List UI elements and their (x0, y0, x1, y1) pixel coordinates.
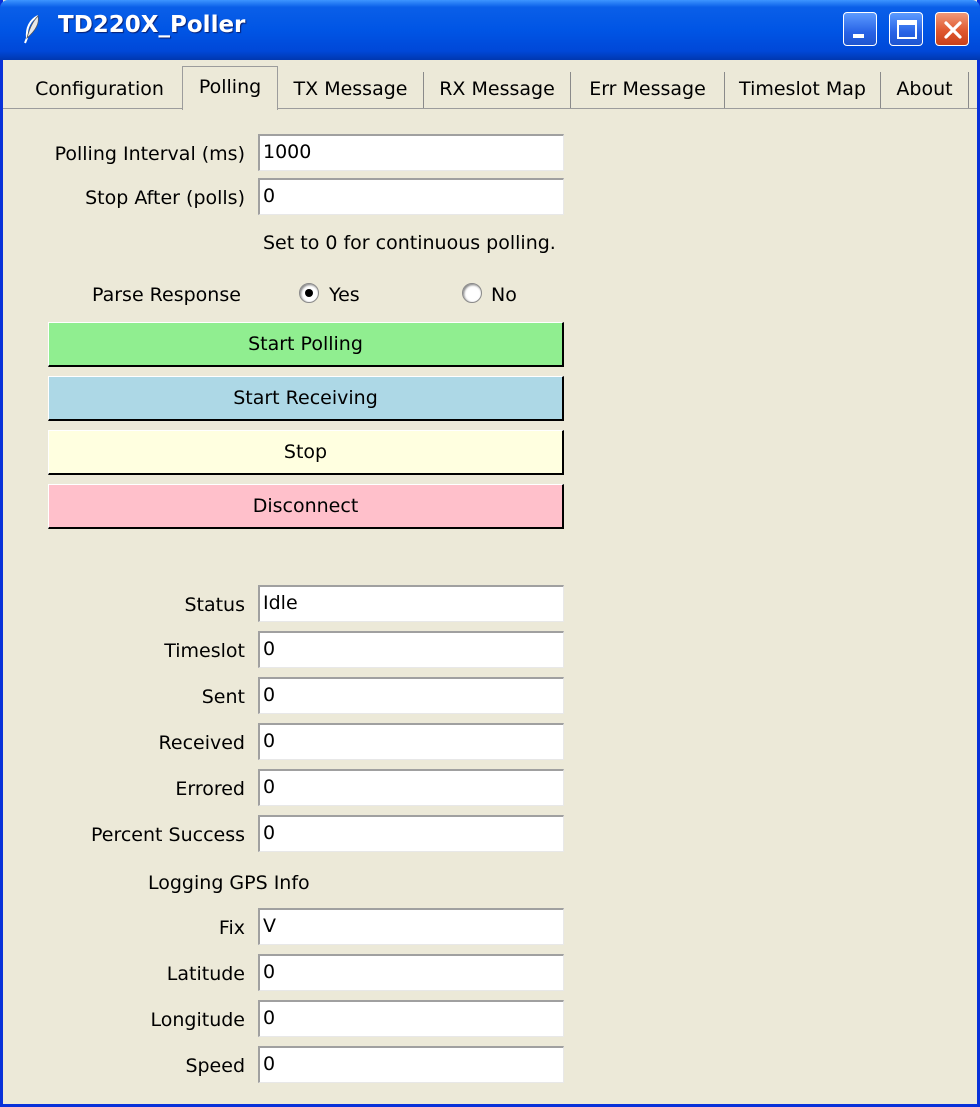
errored-field: 0 (258, 769, 564, 806)
title-bar[interactable]: TD220X_Poller (0, 0, 980, 60)
tab-tx-message[interactable]: TX Message (278, 72, 424, 108)
longitude-field: 0 (258, 1000, 564, 1037)
parse-no-radio[interactable] (462, 283, 482, 303)
disconnect-button[interactable]: Disconnect (48, 484, 564, 529)
stop-after-input[interactable]: 0 (258, 178, 564, 215)
maximize-button[interactable] (889, 12, 923, 46)
percent-success-field: 0 (258, 815, 564, 852)
errored-label: Errored (175, 778, 245, 800)
window-title: TD220X_Poller (58, 12, 246, 38)
received-label: Received (158, 732, 245, 754)
status-label: Status (184, 594, 245, 616)
continuous-polling-hint: Set to 0 for continuous polling. (263, 232, 556, 254)
tab-strip: Configuration Polling TX Message RX Mess… (3, 60, 977, 112)
longitude-label: Longitude (150, 1009, 246, 1031)
sent-label: Sent (201, 686, 245, 708)
tab-divider (3, 108, 977, 109)
tab-polling[interactable]: Polling (182, 66, 278, 110)
start-polling-button[interactable]: Start Polling (48, 322, 564, 367)
minimize-icon (853, 34, 864, 38)
fix-field: V (258, 908, 564, 945)
close-icon (944, 21, 962, 39)
parse-no-label[interactable]: No (491, 284, 517, 306)
tab-timeslot-map[interactable]: Timeslot Map (725, 72, 881, 108)
parse-yes-label[interactable]: Yes (329, 284, 360, 306)
tab-configuration[interactable]: Configuration (17, 72, 183, 108)
radio-selected-dot (305, 289, 313, 297)
app-window: TD220X_Poller Configuration Polling TX M… (0, 0, 980, 1107)
polling-interval-label: Polling Interval (ms) (54, 143, 245, 165)
parse-yes-radio[interactable] (299, 283, 319, 303)
fix-label: Fix (218, 917, 245, 939)
tab-about[interactable]: About (881, 72, 969, 108)
speed-field: 0 (258, 1046, 564, 1083)
feather-icon (24, 15, 39, 44)
sent-field: 0 (258, 677, 564, 714)
maximize-icon (897, 20, 917, 39)
parse-response-label: Parse Response (92, 284, 241, 306)
tab-err-message[interactable]: Err Message (571, 72, 725, 108)
close-button[interactable] (935, 12, 969, 46)
speed-label: Speed (185, 1055, 245, 1077)
polling-interval-input[interactable]: 1000 (258, 134, 564, 171)
gps-heading: Logging GPS Info (148, 872, 310, 894)
minimize-button[interactable] (843, 12, 877, 46)
timeslot-label: Timeslot (164, 640, 245, 662)
stop-after-label: Stop After (polls) (85, 187, 245, 209)
status-field: Idle (258, 585, 564, 622)
received-field: 0 (258, 723, 564, 760)
latitude-field: 0 (258, 954, 564, 991)
start-receiving-button[interactable]: Start Receiving (48, 376, 564, 421)
tab-rx-message[interactable]: RX Message (424, 72, 571, 108)
timeslot-field: 0 (258, 631, 564, 668)
percent-success-label: Percent Success (90, 824, 245, 846)
stop-button[interactable]: Stop (48, 430, 564, 475)
latitude-label: Latitude (166, 963, 245, 985)
